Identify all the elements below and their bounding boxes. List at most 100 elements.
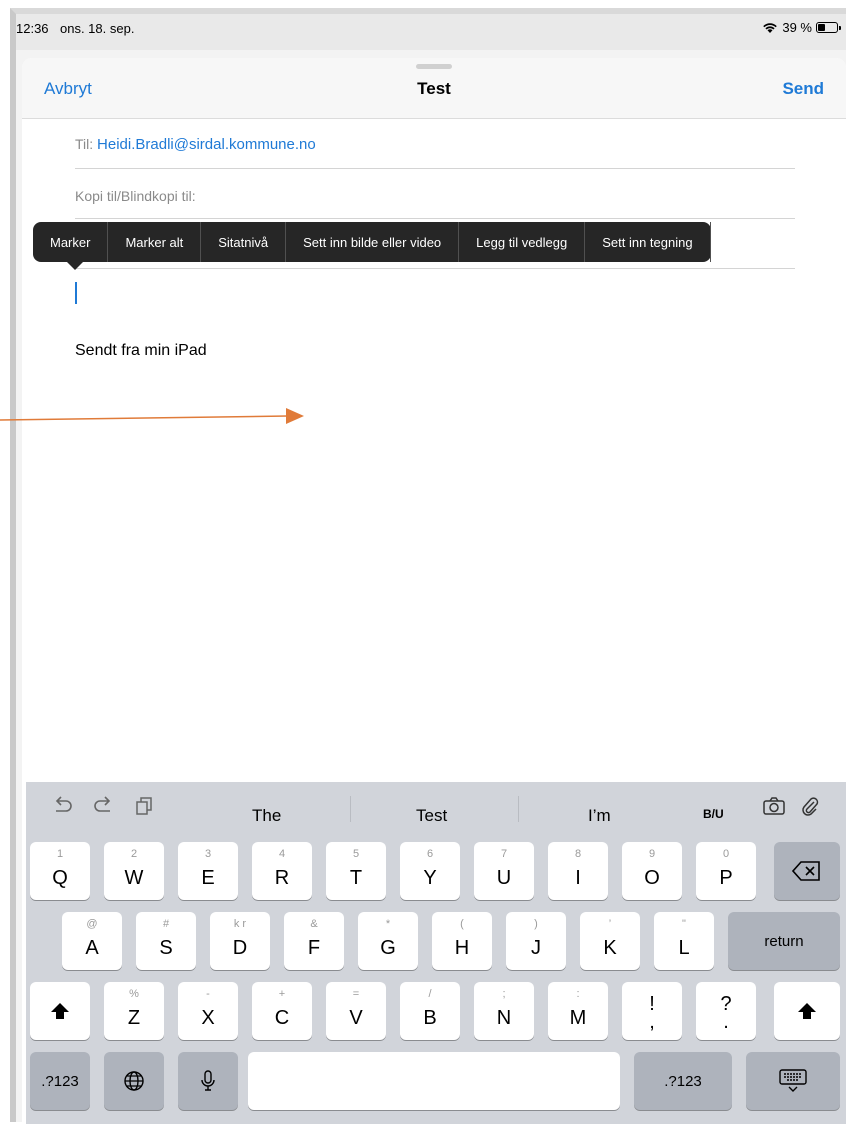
status-right: 39 % <box>762 20 841 35</box>
key-f[interactable]: & F <box>284 912 344 970</box>
key-z[interactable]: % Z <box>104 982 164 1040</box>
subject-title: Test <box>417 79 451 98</box>
key-label: C <box>274 1007 290 1029</box>
key-label: R <box>274 867 290 889</box>
key-label: A <box>85 937 99 959</box>
key-l[interactable]: " L <box>654 912 714 970</box>
menu-select-all[interactable]: Marker alt <box>108 222 202 262</box>
compose-navbar: Avbryt Test Send <box>22 58 846 119</box>
key-v[interactable]: = V <box>326 982 386 1040</box>
key-hint: ; <box>502 988 506 1000</box>
suggestion-2[interactable]: Test <box>416 806 447 826</box>
undo-icon[interactable] <box>52 796 74 822</box>
menu-insert-drawing[interactable]: Sett inn tegning <box>585 222 711 262</box>
key-hint: " <box>682 918 686 930</box>
signature-text[interactable]: Sendt fra min iPad <box>75 342 207 360</box>
key-h[interactable]: (H <box>432 912 492 970</box>
key-label: P <box>719 867 733 889</box>
key-question[interactable]: ?. <box>696 982 756 1040</box>
key-shift-right[interactable] <box>774 982 840 1040</box>
key-g[interactable]: * G <box>358 912 418 970</box>
key-exclamation[interactable]: !, <box>622 982 682 1040</box>
key-o[interactable]: 9O <box>622 842 682 900</box>
menu-pointer <box>67 262 83 270</box>
key-hint: + <box>278 988 286 1000</box>
key-k[interactable]: ’ K <box>580 912 640 970</box>
key-return[interactable]: return <box>728 912 840 970</box>
key-numbers-right[interactable]: .?123 <box>634 1052 732 1110</box>
backspace-icon <box>774 842 840 900</box>
format-button[interactable]: B/U <box>703 807 724 821</box>
key-d[interactable]: k r D <box>210 912 270 970</box>
key-m[interactable]: :M <box>548 982 608 1040</box>
key-w[interactable]: 2W <box>104 842 164 900</box>
numbers-label: .?123 <box>41 1072 79 1090</box>
key-hint: # <box>162 918 170 930</box>
key-hint: - <box>206 988 210 1000</box>
key-label: Y <box>423 867 437 889</box>
suggestion-3[interactable]: I’m <box>588 806 611 826</box>
key-hint: 8 <box>574 848 582 860</box>
menu-quote-level[interactable]: Sitatnivå <box>201 222 287 262</box>
key-hint: & <box>310 918 318 930</box>
key-hint: * <box>385 918 391 930</box>
key-c[interactable]: + C <box>252 982 312 1040</box>
key-label: L <box>678 937 690 959</box>
annotation-arrow <box>0 408 304 424</box>
key-x[interactable]: -X <box>178 982 238 1040</box>
redo-icon[interactable] <box>92 796 114 822</box>
key-label: G <box>380 937 396 959</box>
key-hint: / <box>428 988 432 1000</box>
key-globe[interactable] <box>104 1052 164 1110</box>
text-cursor <box>75 282 77 304</box>
key-shift-left[interactable] <box>30 982 90 1040</box>
separator <box>518 796 519 822</box>
key-hint: 4 <box>278 848 286 860</box>
key-t[interactable]: 5T <box>326 842 386 900</box>
menu-add-attachment[interactable]: Legg til vedlegg <box>459 222 586 262</box>
numbers-label: .?123 <box>664 1072 702 1090</box>
key-e[interactable]: 3E <box>178 842 238 900</box>
key-q[interactable]: 1Q <box>30 842 90 900</box>
cc-bcc-field[interactable]: Kopi til/Blindkopi til: <box>75 188 795 204</box>
key-hint: 2 <box>130 848 138 860</box>
status-bar: 12:36 ons. 18. sep. 39 % <box>16 14 846 50</box>
to-field[interactable]: Til: Heidi.Bradli@sirdal.kommune.no <box>75 136 795 153</box>
key-space[interactable] <box>248 1052 620 1110</box>
suggestion-1[interactable]: The <box>252 806 281 826</box>
menu-select[interactable]: Marker <box>33 222 109 262</box>
key-u[interactable]: 7U <box>474 842 534 900</box>
key-y[interactable]: 6Y <box>400 842 460 900</box>
camera-icon[interactable] <box>762 796 786 822</box>
status-date: ons. 18. sep. <box>60 21 135 36</box>
key-j[interactable]: ) J <box>506 912 566 970</box>
key-numbers-left[interactable]: .?123 <box>30 1052 90 1110</box>
key-label: V <box>349 1007 363 1029</box>
key-label: N <box>496 1007 512 1029</box>
sheet-grabber[interactable] <box>416 64 452 69</box>
key-n[interactable]: ; N <box>474 982 534 1040</box>
key-dictation[interactable] <box>178 1052 238 1110</box>
key-hint: 3 <box>204 848 212 860</box>
key-backspace[interactable] <box>774 842 840 900</box>
paste-icon[interactable] <box>134 796 154 822</box>
key-label: K <box>603 937 617 959</box>
key-hide-keyboard[interactable] <box>746 1052 840 1110</box>
key-hint: 6 <box>426 848 434 860</box>
key-p[interactable]: 0P <box>696 842 756 900</box>
key-label: X <box>201 1007 215 1029</box>
paperclip-icon[interactable] <box>800 796 820 824</box>
menu-insert-photo-video[interactable]: Sett inn bilde eller video <box>286 222 460 262</box>
key-label: F <box>307 937 321 959</box>
key-b[interactable]: / B <box>400 982 460 1040</box>
send-button[interactable]: Send <box>782 79 824 99</box>
edit-context-menu: Marker Marker alt Sitatnivå Sett inn bil… <box>33 222 711 270</box>
cc-bcc-label: Kopi til/Blindkopi til: <box>75 188 196 204</box>
key-hint: 7 <box>500 848 508 860</box>
key-label: D <box>232 937 248 959</box>
recipient-address[interactable]: Heidi.Bradli@sirdal.kommune.no <box>97 136 316 153</box>
key-s[interactable]: # S <box>136 912 196 970</box>
key-i[interactable]: 8I <box>548 842 608 900</box>
key-r[interactable]: 4R <box>252 842 312 900</box>
key-a[interactable]: @ A <box>62 912 122 970</box>
